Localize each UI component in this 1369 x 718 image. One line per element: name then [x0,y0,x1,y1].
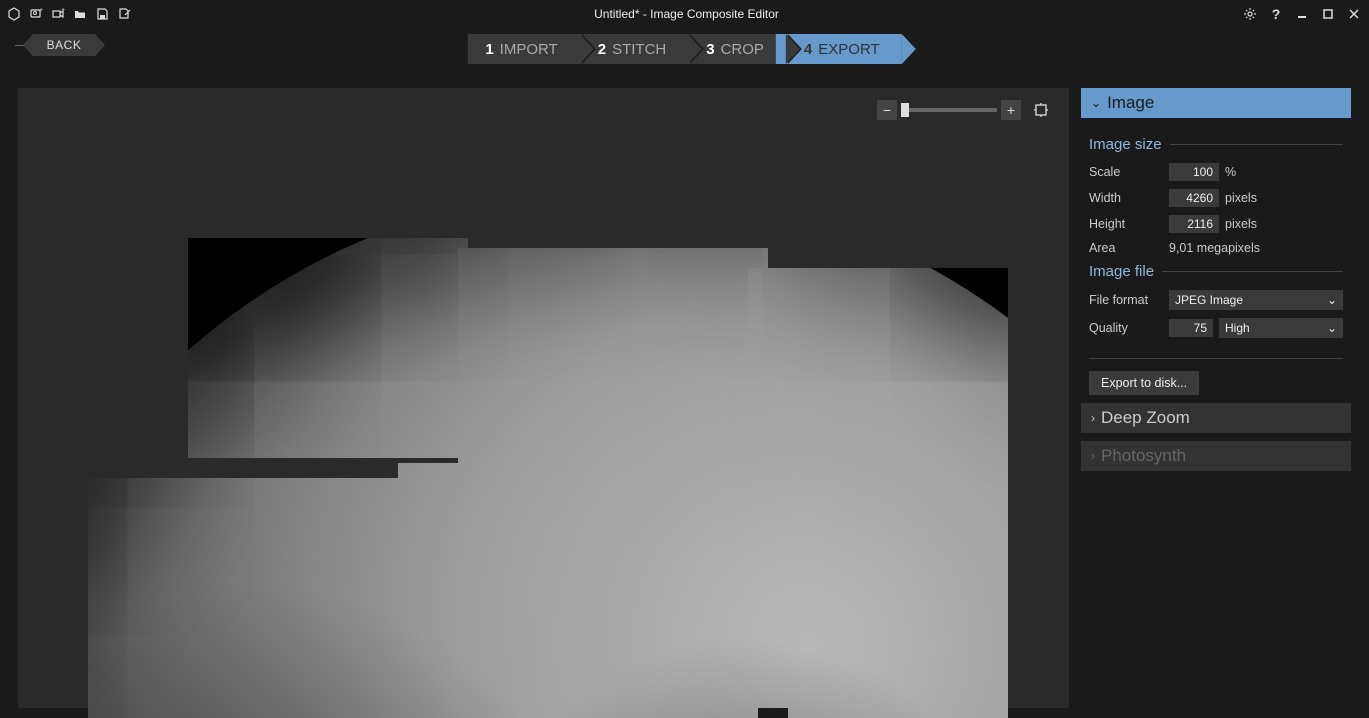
width-label: Width [1089,191,1169,205]
title-bar: + + Untitled* - Image Composite Editor ? [0,0,1369,28]
section-image-size: Image size [1089,136,1343,153]
help-icon[interactable]: ? [1267,5,1285,23]
file-format-select[interactable]: JPEG Image⌄ [1169,290,1343,310]
save-as-icon[interactable] [116,6,132,22]
close-icon[interactable] [1345,5,1363,23]
svg-text:+: + [61,7,65,14]
svg-text:+: + [39,7,43,14]
panorama-image [88,238,1008,718]
new-panorama-images-icon[interactable]: + [28,6,44,22]
export-side-panel: ⌄ Image Image size Scale % Width pixels … [1069,70,1369,708]
workflow-step-bar: BACK 1IMPORT 2STITCH 3CROP 4EXPORT [0,28,1369,70]
quality-preset-select[interactable]: High⌄ [1219,318,1343,338]
height-label: Height [1089,217,1169,231]
chevron-right-icon: › [1091,411,1095,425]
panel-header-photosynth[interactable]: › Photosynth [1081,441,1351,471]
fit-to-window-icon[interactable] [1031,100,1051,120]
file-format-label: File format [1089,293,1169,307]
scale-input[interactable] [1169,163,1219,181]
export-to-disk-button[interactable]: Export to disk... [1089,371,1199,395]
back-button[interactable]: BACK [33,34,95,56]
zoom-out-button[interactable]: − [877,100,897,120]
width-input[interactable] [1169,189,1219,207]
chevron-down-icon: ⌄ [1327,321,1337,335]
scale-label: Scale [1089,165,1169,179]
settings-icon[interactable] [1241,5,1259,23]
height-unit: pixels [1225,217,1257,231]
minimize-icon[interactable] [1293,5,1311,23]
new-panorama-video-icon[interactable]: + [50,6,66,22]
open-icon[interactable] [72,6,88,22]
chevron-down-icon: ⌄ [1091,96,1101,110]
chevron-right-icon: › [1091,449,1095,463]
panel-header-deepzoom[interactable]: › Deep Zoom [1081,403,1351,433]
app-icon[interactable] [6,6,22,22]
chevron-down-icon: ⌄ [1327,293,1337,307]
zoom-slider[interactable] [901,108,997,112]
zoom-in-button[interactable]: + [1001,100,1021,120]
panel-header-image[interactable]: ⌄ Image [1081,88,1351,118]
maximize-icon[interactable] [1319,5,1337,23]
window-title: Untitled* - Image Composite Editor [132,7,1241,21]
preview-canvas[interactable]: − + [18,88,1069,708]
area-label: Area [1089,241,1169,255]
quality-label: Quality [1089,321,1169,335]
area-value: 9,01 megapixels [1169,241,1260,255]
height-input[interactable] [1169,215,1219,233]
quality-input[interactable] [1169,319,1213,337]
section-image-file: Image file [1089,263,1343,280]
save-icon[interactable] [94,6,110,22]
scale-unit: % [1225,165,1236,179]
width-unit: pixels [1225,191,1257,205]
step-import[interactable]: 1IMPORT [467,34,579,64]
